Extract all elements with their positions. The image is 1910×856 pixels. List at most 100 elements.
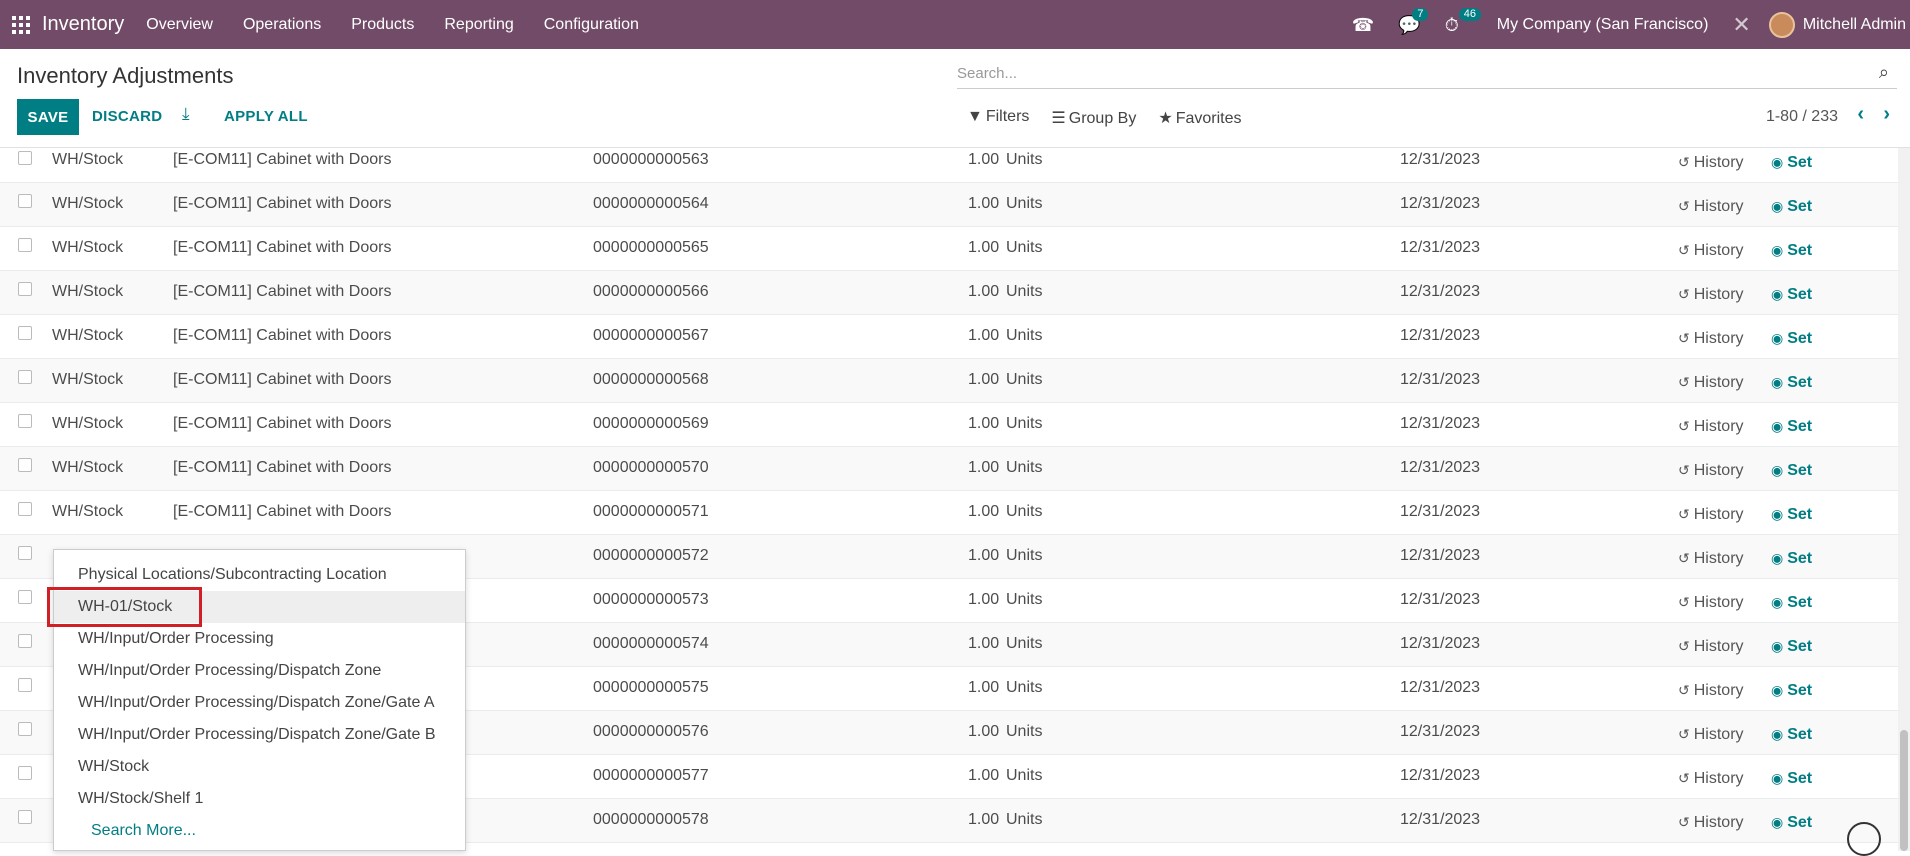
row-checkbox[interactable] <box>18 282 32 296</box>
lot-cell[interactable]: 0000000000570 <box>593 459 709 477</box>
quantity-cell[interactable]: 1.00 <box>968 459 999 477</box>
date-cell[interactable]: 12/31/2023 <box>1400 371 1480 389</box>
lot-cell[interactable]: 0000000000575 <box>593 679 709 697</box>
set-button[interactable]: ◉ Set <box>1771 286 1812 304</box>
history-button[interactable]: ↺ History <box>1678 682 1744 700</box>
date-cell[interactable]: 12/31/2023 <box>1400 459 1480 477</box>
quantity-cell[interactable]: 1.00 <box>968 635 999 653</box>
set-button[interactable]: ◉ Set <box>1771 814 1812 832</box>
row-checkbox[interactable] <box>18 546 32 560</box>
location-cell[interactable]: WH/Stock <box>52 151 123 169</box>
history-button[interactable]: ↺ History <box>1678 330 1744 348</box>
menu-reporting[interactable]: Reporting <box>444 16 513 34</box>
history-button[interactable]: ↺ History <box>1678 462 1744 480</box>
dropdown-option[interactable]: WH/Input/Order Processing/Dispatch Zone <box>54 655 465 687</box>
history-button[interactable]: ↺ History <box>1678 638 1744 656</box>
favorites-toggle[interactable]: ★ Favorites <box>1158 108 1241 128</box>
quantity-cell[interactable]: 1.00 <box>968 239 999 257</box>
date-cell[interactable]: 12/31/2023 <box>1400 547 1480 565</box>
history-button[interactable]: ↺ History <box>1678 154 1744 172</box>
dropdown-option[interactable]: WH/Input/Order Processing/Dispatch Zone/… <box>54 719 465 751</box>
history-button[interactable]: ↺ History <box>1678 594 1744 612</box>
table-row[interactable]: WH/Stock [E-COM11] Cabinet with Doors 0000… <box>0 491 1898 535</box>
pager-previous-icon[interactable]: ‹ <box>1857 103 1864 126</box>
debug-tools-icon[interactable]: ✕ <box>1732 12 1750 38</box>
row-checkbox[interactable] <box>18 238 32 252</box>
row-checkbox[interactable] <box>18 810 32 824</box>
row-checkbox[interactable] <box>18 634 32 648</box>
menu-products[interactable]: Products <box>351 16 414 34</box>
product-cell[interactable]: [E-COM11] Cabinet with Doors <box>173 239 391 257</box>
product-cell[interactable]: [E-COM11] Cabinet with Doors <box>173 503 391 521</box>
set-button[interactable]: ◉ Set <box>1771 330 1812 348</box>
date-cell[interactable]: 12/31/2023 <box>1400 811 1480 829</box>
quantity-cell[interactable]: 1.00 <box>968 327 999 345</box>
filters-toggle[interactable]: ▼ Filters <box>967 108 1029 128</box>
quantity-cell[interactable]: 1.00 <box>968 811 999 829</box>
messages-icon[interactable]: 💬 7 <box>1398 7 1429 34</box>
set-button[interactable]: ◉ Set <box>1771 242 1812 260</box>
history-button[interactable]: ↺ History <box>1678 550 1744 568</box>
set-button[interactable]: ◉ Set <box>1771 726 1812 744</box>
pager-value[interactable]: 1-80 / 233 <box>1766 108 1838 126</box>
row-checkbox[interactable] <box>18 590 32 604</box>
location-cell[interactable]: WH/Stock <box>52 371 123 389</box>
date-cell[interactable]: 12/31/2023 <box>1400 195 1480 213</box>
table-row[interactable]: WH/Stock [E-COM11] Cabinet with Doors 0000… <box>0 183 1898 227</box>
apply-all-button[interactable]: APPLY ALL <box>224 108 308 125</box>
history-button[interactable]: ↺ History <box>1678 198 1744 216</box>
set-button[interactable]: ◉ Set <box>1771 594 1812 612</box>
quantity-cell[interactable]: 1.00 <box>968 547 999 565</box>
date-cell[interactable]: 12/31/2023 <box>1400 239 1480 257</box>
lot-cell[interactable]: 0000000000569 <box>593 415 709 433</box>
dropdown-option[interactable]: WH/Stock/Shelf 1 <box>54 783 465 815</box>
date-cell[interactable]: 12/31/2023 <box>1400 283 1480 301</box>
lot-cell[interactable]: 0000000000572 <box>593 547 709 565</box>
product-cell[interactable]: [E-COM11] Cabinet with Doors <box>173 371 391 389</box>
row-checkbox[interactable] <box>18 194 32 208</box>
location-cell[interactable]: WH/Stock <box>52 195 123 213</box>
lot-cell[interactable]: 0000000000573 <box>593 591 709 609</box>
date-cell[interactable]: 12/31/2023 <box>1400 327 1480 345</box>
set-button[interactable]: ◉ Set <box>1771 770 1812 788</box>
dropdown-option[interactable]: WH/Stock <box>54 751 465 783</box>
location-cell[interactable]: WH/Stock <box>52 415 123 433</box>
quantity-cell[interactable]: 1.00 <box>968 767 999 785</box>
row-checkbox[interactable] <box>18 414 32 428</box>
set-button[interactable]: ◉ Set <box>1771 374 1812 392</box>
history-button[interactable]: ↺ History <box>1678 374 1744 392</box>
phone-icon[interactable]: ☎ <box>1352 16 1374 34</box>
set-button[interactable]: ◉ Set <box>1771 682 1812 700</box>
lot-cell[interactable]: 0000000000576 <box>593 723 709 741</box>
table-row[interactable]: WH/Stock [E-COM11] Cabinet with Doors 0000… <box>0 271 1898 315</box>
dropdown-option[interactable]: WH/Input/Order Processing/Dispatch Zone/… <box>54 687 465 719</box>
location-cell[interactable]: WH/Stock <box>52 239 123 257</box>
product-cell[interactable]: [E-COM11] Cabinet with Doors <box>173 195 391 213</box>
date-cell[interactable]: 12/31/2023 <box>1400 723 1480 741</box>
row-checkbox[interactable] <box>18 766 32 780</box>
lot-cell[interactable]: 0000000000564 <box>593 195 709 213</box>
quantity-cell[interactable]: 1.00 <box>968 195 999 213</box>
user-menu[interactable]: Mitchell Admin <box>1803 16 1906 34</box>
lot-cell[interactable]: 0000000000578 <box>593 811 709 829</box>
apps-menu-icon[interactable] <box>12 15 30 34</box>
quantity-cell[interactable]: 1.00 <box>968 283 999 301</box>
date-cell[interactable]: 12/31/2023 <box>1400 679 1480 697</box>
table-row[interactable]: WH/Stock [E-COM11] Cabinet with Doors 0000… <box>0 227 1898 271</box>
lot-cell[interactable]: 0000000000568 <box>593 371 709 389</box>
dropdown-option[interactable]: WH/Input/Order Processing <box>54 623 465 655</box>
history-button[interactable]: ↺ History <box>1678 418 1744 436</box>
row-checkbox[interactable] <box>18 458 32 472</box>
download-icon[interactable]: ⤓ <box>182 104 190 124</box>
row-checkbox[interactable] <box>18 151 32 165</box>
quantity-cell[interactable]: 1.00 <box>968 415 999 433</box>
row-checkbox[interactable] <box>18 502 32 516</box>
menu-operations[interactable]: Operations <box>243 16 321 34</box>
row-checkbox[interactable] <box>18 722 32 736</box>
set-button[interactable]: ◉ Set <box>1771 154 1812 172</box>
date-cell[interactable]: 12/31/2023 <box>1400 635 1480 653</box>
quantity-cell[interactable]: 1.00 <box>968 591 999 609</box>
date-cell[interactable]: 12/31/2023 <box>1400 767 1480 785</box>
table-row[interactable]: WH/Stock [E-COM11] Cabinet with Doors 0000… <box>0 315 1898 359</box>
scrollbar-thumb[interactable] <box>1900 730 1908 851</box>
